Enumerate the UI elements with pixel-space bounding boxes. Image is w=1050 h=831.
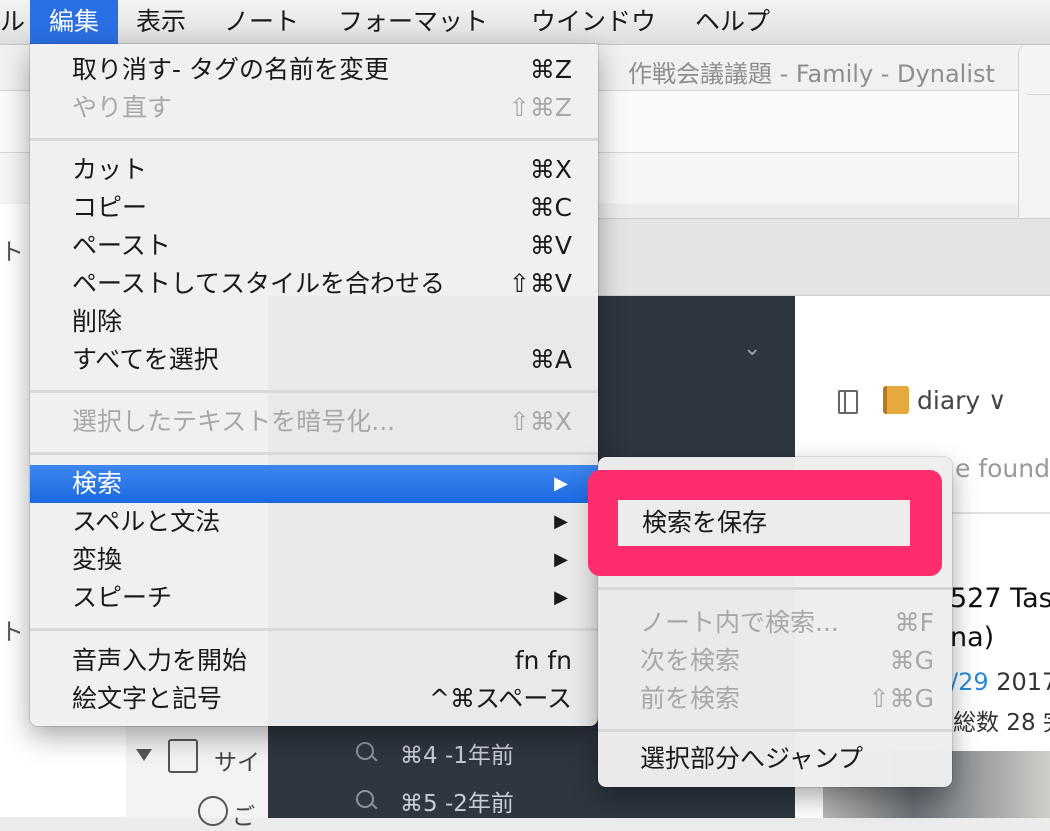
menu-item-cut[interactable]: カット ⌘X bbox=[30, 151, 598, 189]
menu-item-speech[interactable]: スピーチ ▶ bbox=[30, 579, 598, 617]
wordpress-icon bbox=[198, 796, 228, 826]
menu-item-label: ペーストしてスタイルを合わせる bbox=[72, 269, 446, 298]
menu-edit[interactable]: 編集 bbox=[30, 0, 118, 44]
menu-item-label: 検索を保存 bbox=[642, 508, 768, 537]
menu-item-jump-to-selection[interactable]: 選択部分へジャンプ bbox=[598, 740, 952, 778]
notebook-selector[interactable]: diary ∨ bbox=[917, 386, 1006, 415]
document-icon bbox=[168, 739, 198, 773]
menu-view[interactable]: 表示 bbox=[136, 0, 186, 44]
window-title: 作戦会議議題 - Family - Dynalist bbox=[628, 60, 995, 88]
menu-item-spelling[interactable]: スペルと文法 ▶ bbox=[30, 503, 598, 541]
edit-menu: 取り消す- タグの名前を変更 ⌘Z やり直す ⇧⌘Z カット ⌘X コピー ⌘C… bbox=[30, 44, 598, 726]
note-panel-icon[interactable] bbox=[838, 390, 858, 414]
left-pane-text: ト bbox=[0, 238, 24, 266]
menu-item-label: 音声入力を開始 bbox=[72, 646, 248, 675]
menu-item-encrypt: 選択したテキストを暗号化... ⇧⌘X bbox=[30, 403, 598, 441]
menu-item-delete[interactable]: 削除 bbox=[30, 303, 598, 341]
menu-item-shortcut: ⌘C bbox=[529, 193, 572, 222]
note-date: /29 2017/ bbox=[950, 668, 1050, 696]
menu-item-paste[interactable]: ペースト ⌘V bbox=[30, 227, 598, 265]
note-title-cont[interactable]: na) bbox=[950, 622, 994, 653]
menu-prev-app[interactable]: ル bbox=[0, 0, 25, 44]
menu-bar: ル 編集 表示 ノート フォーマット ウインドウ ヘルプ bbox=[0, 0, 1050, 45]
menu-item-shortcut: ⌘G bbox=[889, 646, 934, 675]
menu-item-shortcut: ⌘V bbox=[529, 231, 572, 260]
left-pane-text: ト bbox=[0, 618, 24, 646]
menu-item-label: ノート内で検索... bbox=[640, 608, 839, 637]
menu-format[interactable]: フォーマット bbox=[338, 0, 488, 44]
menu-item-select-all[interactable]: すべてを選択 ⌘A bbox=[30, 341, 598, 379]
menu-item-shortcut: ⇧⌘Z bbox=[508, 93, 572, 122]
submenu-arrow-icon: ▶ bbox=[554, 587, 568, 608]
menu-item-find-previous: 前を検索 ⇧⌘G bbox=[598, 680, 952, 718]
sidebar-item-label[interactable]: サイ bbox=[214, 743, 260, 777]
menu-separator bbox=[30, 138, 598, 141]
menu-item-label: 変換 bbox=[72, 545, 123, 574]
submenu-arrow-icon: ▶ bbox=[554, 511, 568, 532]
menu-item-shortcut: ⇧⌘X bbox=[508, 407, 572, 436]
menu-item-dictation[interactable]: 音声入力を開始 fn fn bbox=[30, 642, 598, 680]
menu-item-save-search[interactable]: 検索を保存 bbox=[618, 500, 910, 546]
menu-item-label: 削除 bbox=[72, 307, 123, 336]
submenu-arrow-icon: ▶ bbox=[554, 473, 568, 494]
menu-item-shortcut: ⌘F bbox=[894, 608, 934, 637]
menu-item-find-in-note: ノート内で検索... ⌘F bbox=[598, 604, 952, 642]
menu-item-find[interactable]: 検索 ▶ bbox=[30, 465, 598, 503]
menu-separator bbox=[598, 729, 952, 732]
menu-item-label: 取り消す- タグの名前を変更 bbox=[72, 55, 389, 84]
search-icon bbox=[356, 742, 374, 760]
menu-item-undo[interactable]: 取り消す- タグの名前を変更 ⌘Z bbox=[30, 51, 598, 89]
menu-window[interactable]: ウインドウ bbox=[531, 0, 656, 44]
menu-item-label: 前を検索 bbox=[640, 684, 741, 713]
menu-item-paste-match-style[interactable]: ペーストしてスタイルを合わせる ⇧⌘V bbox=[30, 265, 598, 303]
menu-item-label: 絵文字と記号 bbox=[72, 684, 223, 713]
result-count: e found bbox=[955, 454, 1050, 483]
note-date-text: 2017/ bbox=[996, 668, 1050, 696]
menu-note[interactable]: ノート bbox=[224, 0, 299, 44]
menu-item-shortcut: ^⌘スペース bbox=[429, 684, 572, 713]
menu-item-shortcut: ⌘X bbox=[529, 155, 572, 184]
menu-separator bbox=[30, 628, 598, 631]
menu-item-label: やり直す bbox=[72, 93, 173, 122]
saved-search-item[interactable]: ⌘4 -1年前 bbox=[400, 736, 514, 770]
menu-item-label: スピーチ bbox=[72, 583, 173, 612]
submenu-arrow-icon: ▶ bbox=[554, 549, 568, 570]
note-task-count: 総数 28 完 bbox=[953, 710, 1050, 736]
search-icon bbox=[356, 790, 374, 808]
menu-item-label: 選択部分へジャンプ bbox=[640, 744, 864, 773]
menu-item-redo: やり直す ⇧⌘Z bbox=[30, 89, 598, 127]
menu-item-label: カット bbox=[72, 155, 148, 184]
menu-separator bbox=[598, 587, 952, 590]
note-date-link: /29 bbox=[950, 668, 989, 696]
menu-item-shortcut: ⌘A bbox=[529, 345, 572, 374]
menu-item-label: すべてを選択 bbox=[72, 345, 219, 374]
menu-item-copy[interactable]: コピー ⌘C bbox=[30, 189, 598, 227]
menu-item-shortcut: ⌘Z bbox=[529, 55, 572, 84]
menu-separator bbox=[30, 390, 598, 393]
highlight-annotation-frame: 検索を保存 bbox=[588, 470, 942, 576]
menu-help[interactable]: ヘルプ bbox=[695, 0, 770, 44]
menu-item-label: スペルと文法 bbox=[72, 507, 221, 536]
menu-item-find-next: 次を検索 ⌘G bbox=[598, 642, 952, 680]
chevron-down-icon[interactable]: ⌄ bbox=[743, 336, 761, 361]
menu-item-label: ペースト bbox=[72, 231, 171, 260]
note-title[interactable]: 527 Tasl bbox=[950, 583, 1050, 614]
menu-item-shortcut: ⇧⌘G bbox=[868, 684, 934, 713]
menu-item-label: 検索 bbox=[72, 469, 123, 498]
menu-item-label: 次を検索 bbox=[640, 646, 741, 675]
side-window bbox=[1018, 44, 1050, 218]
saved-search-item[interactable]: ⌘5 -2年前 bbox=[400, 784, 514, 818]
sidebar-item-label[interactable]: ご bbox=[232, 797, 255, 831]
menu-item-emoji[interactable]: 絵文字と記号 ^⌘スペース bbox=[30, 680, 598, 718]
menu-item-shortcut: ⇧⌘V bbox=[508, 269, 572, 298]
menu-item-label: コピー bbox=[72, 193, 148, 222]
disclosure-triangle-icon[interactable] bbox=[136, 749, 152, 761]
menu-separator bbox=[30, 452, 598, 455]
menu-item-transform[interactable]: 変換 ▶ bbox=[30, 541, 598, 579]
menu-item-shortcut: fn fn bbox=[514, 646, 572, 675]
menu-item-label: 選択したテキストを暗号化... bbox=[72, 407, 396, 436]
notebook-icon bbox=[883, 386, 909, 414]
